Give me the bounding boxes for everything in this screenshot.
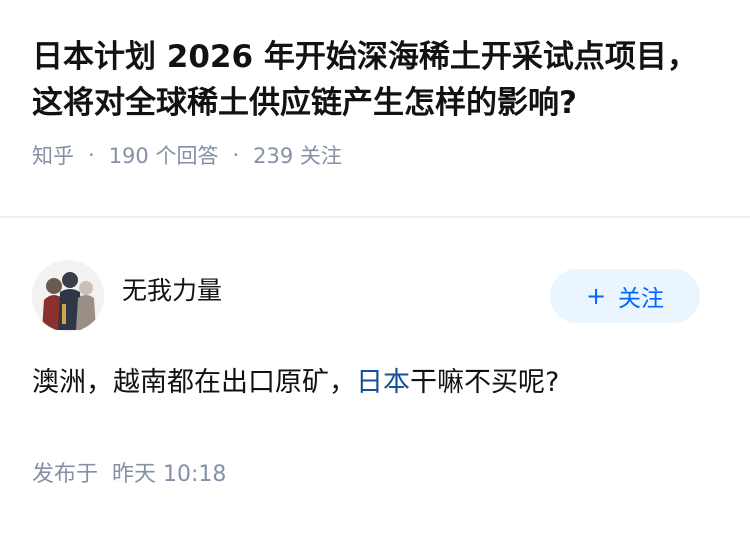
plus-icon: + (585, 282, 607, 310)
publish-time: 发布于 昨天 10:18 (32, 456, 718, 488)
avatar[interactable] (32, 260, 104, 332)
question-header: 日本计划 2026 年开始深海稀土开采试点项目，这将对全球稀土供应链产生怎样的影… (0, 0, 750, 216)
answer-content: 澳洲，越南都在出口原矿，日本干嘛不买呢? (32, 362, 718, 404)
answer-count[interactable]: 190 个回答 (109, 140, 219, 170)
question-meta: 知乎 · 190 个回答 · 239 关注 (32, 140, 718, 170)
meta-separator: · (88, 143, 95, 167)
follow-button[interactable]: + 关注 (550, 269, 700, 323)
follower-count[interactable]: 239 关注 (253, 140, 342, 170)
answer-text-end: 干嘛不买呢? (410, 367, 560, 398)
answer-card: 无我力量 + 关注 澳洲，越南都在出口原矿，日本干嘛不买呢? 发布于 昨天 10:… (0, 218, 750, 488)
publish-label: 发布于 (32, 462, 99, 487)
source-label[interactable]: 知乎 (32, 140, 74, 170)
answer-text-start: 澳洲，越南都在出口原矿， (32, 367, 356, 398)
author-name[interactable]: 无我力量 (122, 271, 550, 307)
meta-separator: · (232, 143, 240, 167)
question-title[interactable]: 日本计划 2026 年开始深海稀土开采试点项目，这将对全球稀土供应链产生怎样的影… (32, 34, 718, 126)
publish-time-value: 昨天 10:18 (112, 462, 227, 487)
keyword-link[interactable]: 日本 (356, 367, 410, 398)
follow-label: 关注 (618, 286, 665, 312)
author-row: 无我力量 + 关注 (32, 254, 718, 338)
